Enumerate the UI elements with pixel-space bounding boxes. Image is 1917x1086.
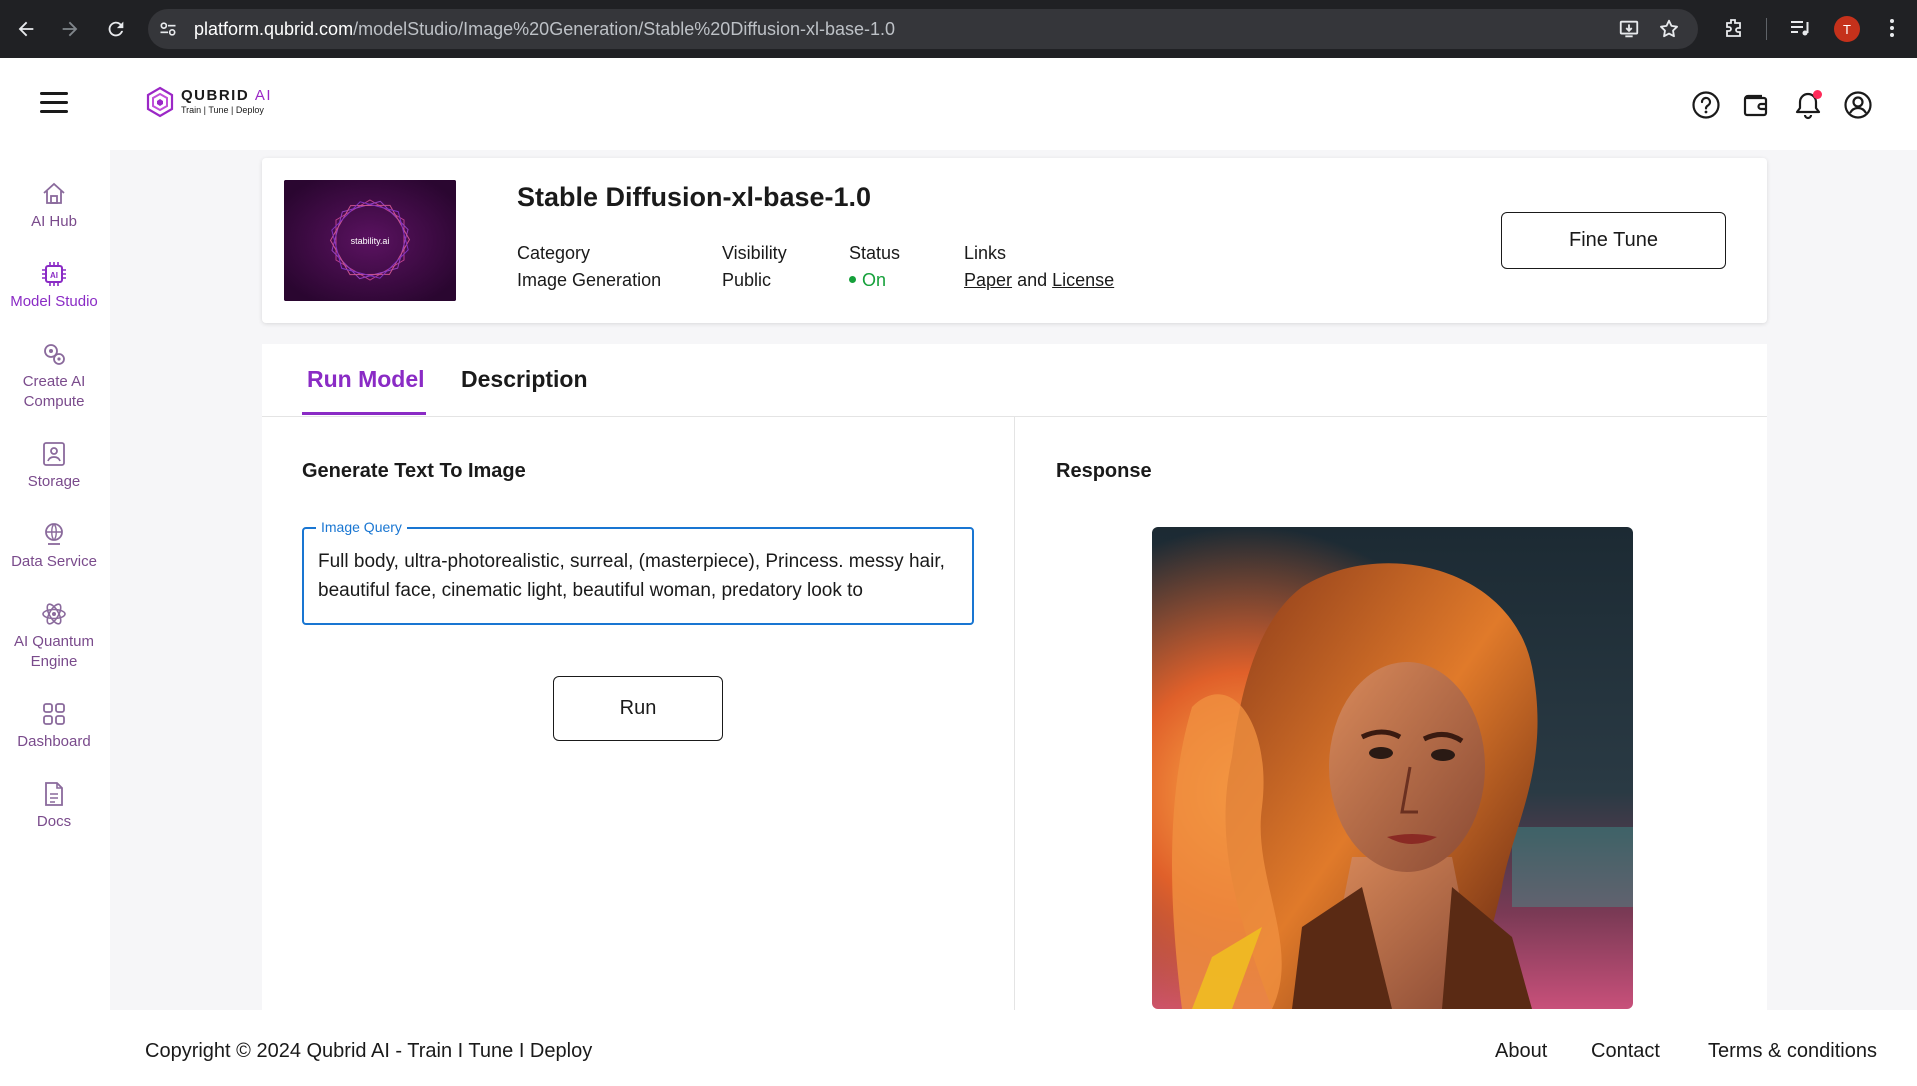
sidebar-item-ai-quantum-engine[interactable]: AI Quantum Engine: [0, 600, 108, 672]
wallet-icon[interactable]: [1741, 90, 1771, 120]
svg-text:stability.ai: stability.ai: [351, 236, 390, 246]
site-settings-icon[interactable]: [158, 19, 178, 39]
model-thumbnail: stability.ai: [284, 180, 456, 301]
model-info-card: stability.ai Stable Diffusion-xl-base-1.…: [262, 158, 1767, 323]
profile-avatar[interactable]: T: [1834, 16, 1860, 42]
menu-icon[interactable]: [40, 92, 68, 114]
sidebar-item-data-service[interactable]: Data Service: [0, 520, 108, 572]
quantum-atom-icon: [42, 603, 66, 625]
data-service-icon: [45, 523, 63, 545]
browser-toolbar: platform.qubrid.com/modelStudio/Image%20…: [0, 0, 1917, 58]
sidebar-item-docs[interactable]: Docs: [0, 780, 108, 832]
license-link[interactable]: License: [1052, 270, 1114, 290]
sidebar-item-storage[interactable]: Storage: [0, 440, 108, 492]
more-options-icon[interactable]: [1880, 16, 1904, 40]
meta-status: Status On: [849, 240, 900, 294]
run-button[interactable]: Run: [553, 676, 723, 741]
copyright-text: Copyright © 2024 Qubrid AI - Train I Tun…: [145, 1040, 593, 1062]
generated-portrait-image: [1152, 527, 1633, 1009]
qubrid-logo[interactable]: QUBRID AI Train | Tune | Deploy: [145, 86, 272, 118]
sidebar-item-create-ai-compute[interactable]: Create AI Compute: [0, 340, 108, 412]
footer-contact-link[interactable]: Contact: [1591, 1040, 1660, 1063]
help-icon[interactable]: [1691, 90, 1721, 120]
tab-bar: Run Model Description: [262, 344, 1767, 417]
url-text[interactable]: platform.qubrid.com/modelStudio/Image%20…: [194, 19, 895, 40]
meta-category: Category Image Generation: [517, 243, 662, 290]
app-header: QUBRID AI Train | Tune | Deploy: [0, 58, 1917, 150]
brand-tagline: Train | Tune | Deploy: [181, 105, 264, 115]
status-dot: [849, 275, 856, 283]
storage-icon: [43, 442, 65, 466]
image-query-label: Image Query: [316, 519, 407, 535]
home-icon: [43, 182, 65, 204]
reload-icon[interactable]: [101, 14, 131, 44]
dashboard-grid-icon: [43, 703, 65, 725]
account-icon[interactable]: [1843, 90, 1873, 120]
tab-run-model[interactable]: Run Model: [307, 366, 425, 393]
run-model-card: Run Model Description Generate Text To I…: [262, 344, 1767, 1010]
image-query-field[interactable]: Image Query Full body, ultra-photorealis…: [302, 519, 974, 625]
meta-links: Links Paper and License: [964, 243, 1115, 290]
sidebar-item-model-studio[interactable]: AI Model Studio: [0, 260, 108, 312]
image-query-input[interactable]: Full body, ultra-photorealistic, surreal…: [318, 547, 958, 607]
sidebar-item-ai-hub[interactable]: AI Hub: [0, 180, 108, 232]
address-bar[interactable]: platform.qubrid.com/modelStudio/Image%20…: [148, 9, 1698, 49]
sidebar: AI Hub AI Model Studio Create AI Compute…: [0, 150, 110, 1010]
back-icon[interactable]: [11, 14, 41, 44]
paper-link[interactable]: Paper: [964, 270, 1012, 290]
generated-image: [1152, 527, 1633, 1009]
tab-description[interactable]: Description: [461, 366, 588, 393]
forward-icon[interactable]: [55, 14, 85, 44]
compute-gear-icon: [44, 344, 65, 365]
notification-badge: [1813, 90, 1822, 99]
footer-about-link[interactable]: About: [1495, 1040, 1547, 1063]
install-app-icon[interactable]: [1618, 18, 1640, 40]
active-tab-indicator: [302, 412, 426, 415]
media-controls-icon[interactable]: [1788, 16, 1812, 40]
panel-divider: [1014, 417, 1015, 1010]
document-icon: [45, 782, 63, 806]
status-badge: On: [849, 266, 900, 294]
bookmark-star-icon[interactable]: [1658, 18, 1680, 40]
meta-visibility: Visibility Public: [722, 243, 787, 290]
stability-logo-image: stability.ai: [284, 180, 456, 301]
generate-section-title: Generate Text To Image: [302, 460, 526, 482]
qubrid-logo-icon: [146, 86, 174, 118]
brand-name: QUBRID AI: [181, 87, 273, 104]
ai-chip-icon: AI: [42, 262, 66, 286]
extensions-icon[interactable]: [1722, 16, 1746, 40]
response-title: Response: [1056, 460, 1152, 482]
fine-tune-button[interactable]: Fine Tune: [1501, 212, 1726, 269]
model-title: Stable Diffusion-xl-base-1.0: [517, 182, 872, 212]
svg-text:AI: AI: [50, 271, 58, 280]
sidebar-item-dashboard[interactable]: Dashboard: [0, 700, 108, 752]
toolbar-divider: [1766, 18, 1767, 40]
footer: Copyright © 2024 Qubrid AI - Train I Tun…: [0, 1010, 1917, 1086]
footer-terms-link[interactable]: Terms & conditions: [1708, 1040, 1877, 1063]
